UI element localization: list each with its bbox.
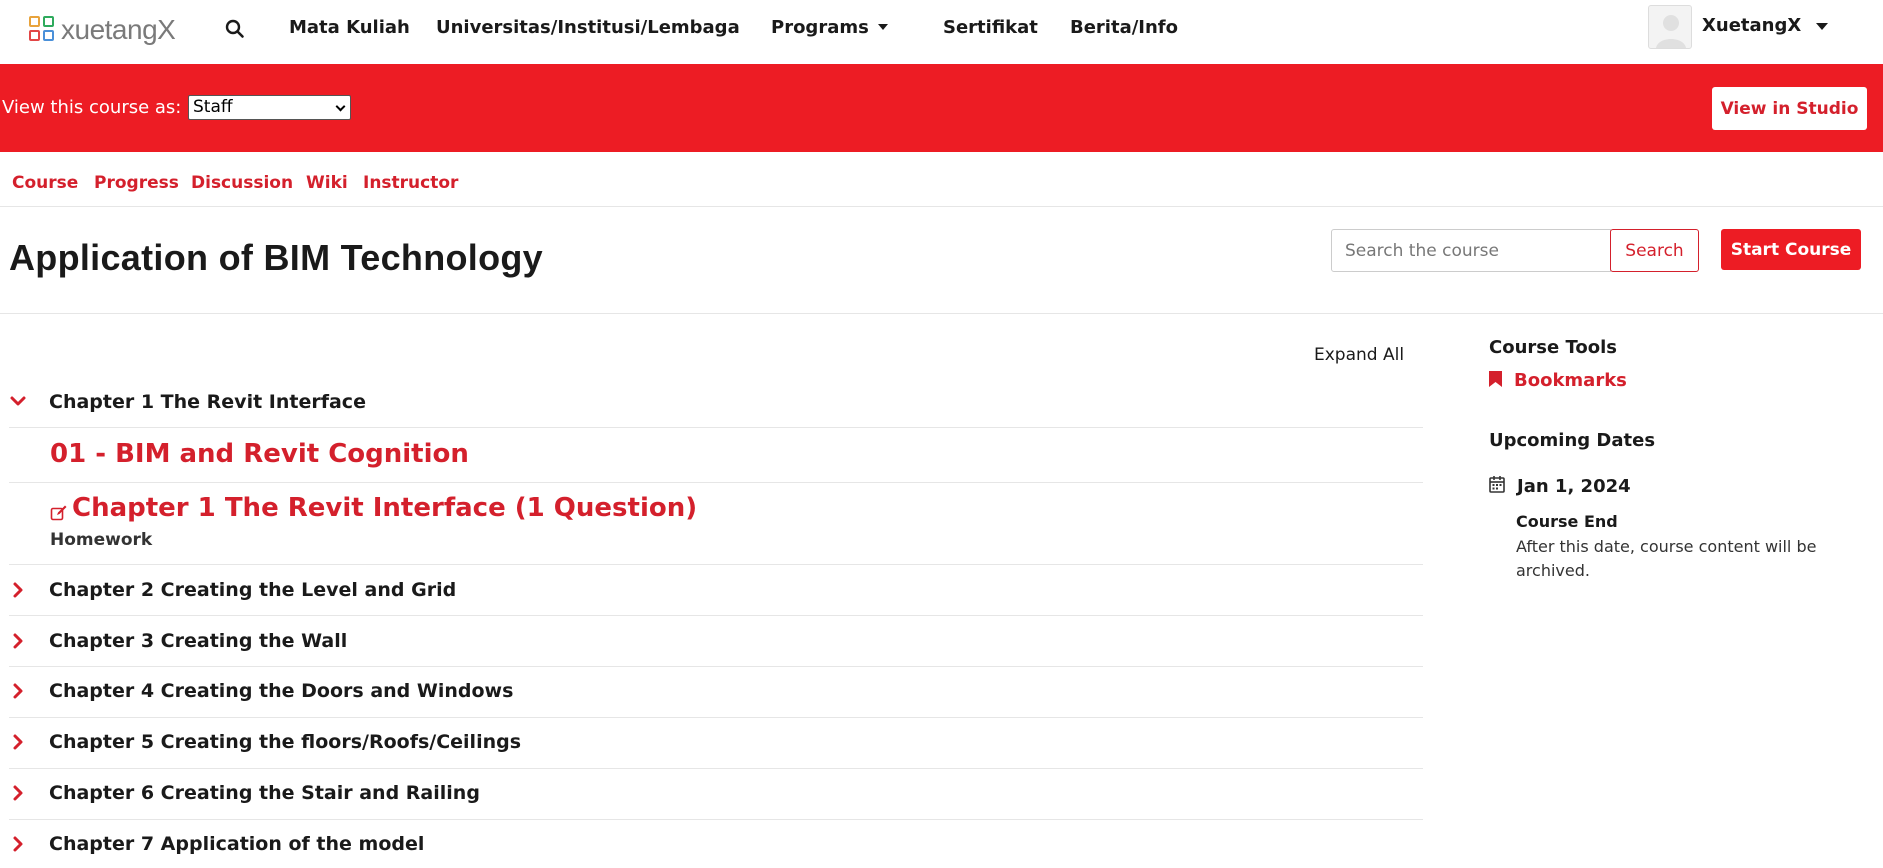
logo-mark-icon bbox=[29, 16, 57, 44]
date-value: Jan 1, 2024 bbox=[1517, 475, 1631, 497]
edit-icon bbox=[50, 504, 68, 526]
subsection-title[interactable]: 01 - BIM and Revit Cognition bbox=[50, 439, 469, 469]
bookmarks-link[interactable]: Bookmarks bbox=[1489, 370, 1627, 391]
course-tools-heading: Course Tools bbox=[1489, 337, 1617, 358]
search-icon[interactable] bbox=[224, 18, 246, 40]
chapter-title[interactable]: Chapter 5 Creating the floors/Roofs/Ceil… bbox=[49, 731, 521, 753]
chevron-down-icon[interactable] bbox=[9, 392, 27, 414]
date-row: Jan 1, 2024 bbox=[1489, 475, 1631, 497]
subsection-type-label: Homework bbox=[50, 530, 153, 550]
course-header: Application of BIM Technology Search the… bbox=[0, 207, 1883, 314]
staff-preview-bar: View this course as: Staff View in Studi… bbox=[0, 64, 1883, 152]
view-as-selected-value: Staff bbox=[193, 97, 233, 117]
chapter-row[interactable]: Chapter 2 Creating the Level and Grid bbox=[9, 565, 1423, 616]
subsection-row[interactable]: 01 - BIM and Revit Cognition bbox=[9, 428, 1423, 483]
chapter-row[interactable]: Chapter 3 Creating the Wall bbox=[9, 616, 1423, 667]
chapter-title[interactable]: Chapter 2 Creating the Level and Grid bbox=[49, 579, 456, 601]
user-menu-caret-icon[interactable] bbox=[1816, 23, 1828, 30]
tab-progress[interactable]: Progress bbox=[94, 173, 179, 193]
start-course-button[interactable]: Start Course bbox=[1721, 229, 1861, 270]
subsection-row[interactable]: Chapter 1 The Revit Interface (1 Questio… bbox=[9, 483, 1423, 565]
nav-programs[interactable]: Programs bbox=[771, 17, 888, 38]
subsection-title[interactable]: Chapter 1 The Revit Interface (1 Questio… bbox=[72, 493, 697, 523]
chapter-title[interactable]: Chapter 6 Creating the Stair and Railing bbox=[49, 782, 480, 804]
upcoming-dates-heading: Upcoming Dates bbox=[1489, 430, 1656, 451]
top-navigation: xuetangX Mata Kuliah Universitas/Institu… bbox=[0, 0, 1883, 64]
chevron-right-icon[interactable] bbox=[9, 581, 27, 603]
chevron-right-icon[interactable] bbox=[9, 733, 27, 755]
expand-all-button[interactable]: Expand All bbox=[1314, 345, 1404, 365]
caret-down-icon bbox=[877, 23, 888, 30]
chevron-right-icon[interactable] bbox=[9, 632, 27, 654]
view-in-studio-button[interactable]: View in Studio bbox=[1712, 87, 1867, 130]
chapter-title[interactable]: Chapter 7 Application of the model bbox=[49, 833, 424, 855]
chevron-right-icon[interactable] bbox=[9, 682, 27, 704]
chevron-down-icon bbox=[335, 101, 346, 112]
chapter-row[interactable]: Chapter 1 The Revit Interface bbox=[9, 383, 1423, 428]
logo-text: xuetangX bbox=[61, 14, 176, 45]
calendar-icon bbox=[1489, 475, 1505, 497]
search-input[interactable]: Search the course bbox=[1331, 229, 1611, 272]
bookmarks-label: Bookmarks bbox=[1514, 370, 1627, 391]
date-title: Course End bbox=[1516, 512, 1618, 531]
xuetangx-logo[interactable]: xuetangX bbox=[29, 14, 176, 46]
tab-course[interactable]: Course bbox=[12, 173, 78, 193]
user-name[interactable]: XuetangX bbox=[1702, 15, 1801, 36]
tab-discussion[interactable]: Discussion bbox=[191, 173, 293, 193]
nav-mata-kuliah[interactable]: Mata Kuliah bbox=[289, 17, 410, 38]
chapter-title[interactable]: Chapter 4 Creating the Doors and Windows bbox=[49, 680, 513, 702]
chapter-title[interactable]: Chapter 3 Creating the Wall bbox=[49, 630, 347, 652]
search-button[interactable]: Search bbox=[1610, 229, 1699, 272]
tab-instructor[interactable]: Instructor bbox=[363, 173, 458, 193]
date-description: After this date, course content will be … bbox=[1516, 537, 1817, 580]
chapter-row[interactable]: Chapter 6 Creating the Stair and Railing bbox=[9, 769, 1423, 820]
bookmark-icon bbox=[1489, 370, 1502, 391]
chevron-right-icon[interactable] bbox=[9, 784, 27, 806]
chevron-right-icon[interactable] bbox=[9, 835, 27, 857]
view-as-label: View this course as: bbox=[2, 97, 182, 118]
nav-programs-label: Programs bbox=[771, 17, 869, 38]
tab-wiki[interactable]: Wiki bbox=[306, 173, 348, 193]
view-as-select[interactable]: Staff bbox=[188, 95, 351, 120]
avatar[interactable] bbox=[1648, 5, 1692, 49]
chapter-row[interactable]: Chapter 7 Application of the model bbox=[9, 820, 1423, 868]
nav-sertifikat[interactable]: Sertifikat bbox=[943, 17, 1038, 38]
chapter-title[interactable]: Chapter 1 The Revit Interface bbox=[49, 391, 366, 413]
nav-berita-info[interactable]: Berita/Info bbox=[1070, 17, 1178, 38]
page-title: Application of BIM Technology bbox=[9, 237, 544, 278]
course-tabs: Course Progress Discussion Wiki Instruct… bbox=[0, 152, 1883, 207]
nav-universitas[interactable]: Universitas/Institusi/Lembaga bbox=[436, 17, 740, 38]
chapter-row[interactable]: Chapter 4 Creating the Doors and Windows bbox=[9, 667, 1423, 718]
chapter-row[interactable]: Chapter 5 Creating the floors/Roofs/Ceil… bbox=[9, 718, 1423, 769]
